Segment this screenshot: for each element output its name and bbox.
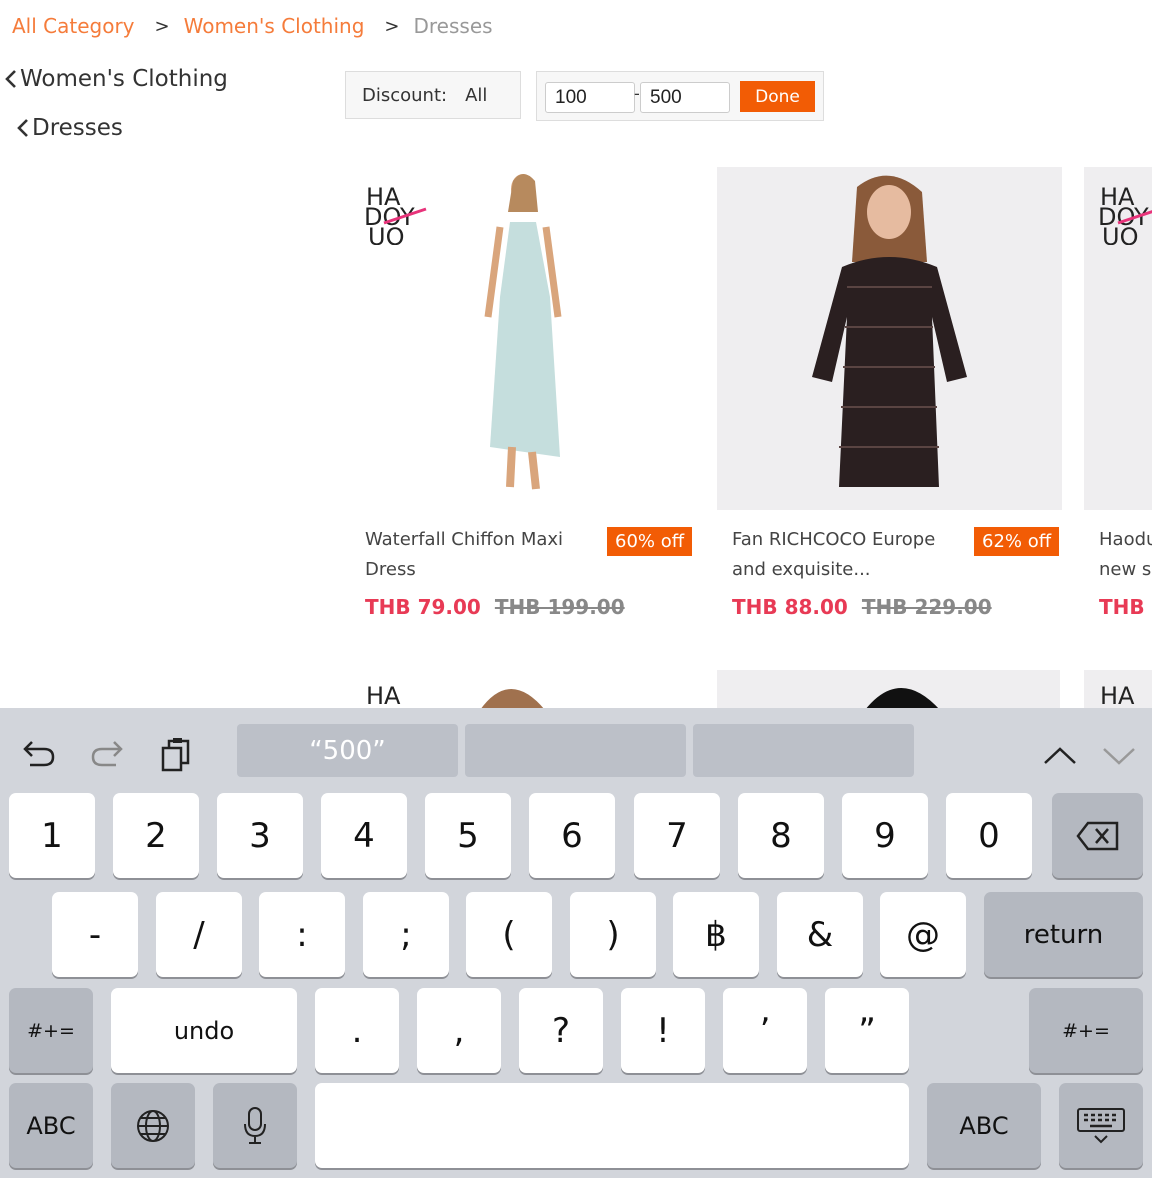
- product-card[interactable]: HA DOY UO Waterfall Chiffon Maxi Dress 6…: [350, 167, 695, 619]
- key-ampersand[interactable]: &: [777, 892, 863, 977]
- abc-key-right[interactable]: ABC: [927, 1083, 1041, 1168]
- keyboard-dismiss-key[interactable]: [1059, 1083, 1143, 1168]
- key-8[interactable]: 8: [738, 793, 824, 878]
- space-bar[interactable]: [315, 1083, 909, 1168]
- key-7[interactable]: 7: [634, 793, 720, 878]
- key-open-paren[interactable]: (: [466, 892, 552, 977]
- product-image[interactable]: [717, 167, 1062, 510]
- discount-filter[interactable]: Discount: All: [345, 71, 521, 119]
- key-slash[interactable]: /: [156, 892, 242, 977]
- microphone-key[interactable]: [213, 1083, 297, 1168]
- microphone-icon: [244, 1106, 266, 1144]
- key-semicolon[interactable]: ;: [363, 892, 449, 977]
- backspace-key[interactable]: [1052, 793, 1143, 878]
- breadcrumb-all-category[interactable]: All Category: [12, 14, 135, 38]
- key-6[interactable]: 6: [529, 793, 615, 878]
- product-prices: THB 88.00 THB 229.00: [732, 595, 992, 619]
- key-baht[interactable]: ฿: [673, 892, 759, 977]
- price-min-input[interactable]: 100: [545, 82, 635, 113]
- key-2[interactable]: 2: [113, 793, 199, 878]
- keyboard-toolbar: “500”: [0, 708, 1152, 790]
- brand-logo: HA DOY UO: [1098, 183, 1152, 245]
- key-at[interactable]: @: [880, 892, 966, 977]
- original-price: THB 229.00: [861, 595, 992, 619]
- price-max-input[interactable]: 500: [640, 82, 730, 113]
- done-button[interactable]: Done: [740, 81, 815, 112]
- product-row-2: HA HA: [350, 670, 1152, 710]
- discount-value: All: [465, 84, 488, 106]
- svg-text:HA: HA: [366, 682, 401, 710]
- dress-model-illustration: [812, 175, 967, 487]
- symbols-key-right[interactable]: #+=: [1029, 988, 1143, 1073]
- onscreen-keyboard: “500” 1 2 3 4 5 6 7 8 9 0 - / : ; ( ) ฿ …: [0, 708, 1152, 1178]
- product-name[interactable]: Fan RICHCOCO Europe and exquisite...: [732, 525, 947, 585]
- svg-text:UO: UO: [1102, 223, 1138, 245]
- suggestion-1[interactable]: “500”: [237, 724, 458, 777]
- globe-icon: [137, 1109, 169, 1142]
- undo-icon[interactable]: [22, 738, 56, 768]
- key-3[interactable]: 3: [217, 793, 303, 878]
- key-hyphen[interactable]: -: [52, 892, 138, 977]
- key-1[interactable]: 1: [9, 793, 95, 878]
- key-apostrophe[interactable]: ’: [723, 988, 807, 1073]
- key-period[interactable]: .: [315, 988, 399, 1073]
- suggestion-2[interactable]: [465, 724, 686, 777]
- backspace-icon: [1075, 821, 1118, 850]
- keyboard-dismiss-icon: [1077, 1107, 1125, 1143]
- sidebar-item-label: Dresses: [32, 115, 123, 141]
- return-key[interactable]: return: [984, 892, 1143, 977]
- product-image[interactable]: HA DOY UO: [350, 167, 695, 510]
- symbols-key-left[interactable]: #+=: [9, 988, 93, 1073]
- current-price: THB: [1099, 595, 1145, 619]
- redo-icon[interactable]: [90, 738, 124, 768]
- breadcrumb-separator: >: [384, 15, 400, 37]
- discount-badge: 60% off: [607, 527, 693, 556]
- current-price: THB 88.00: [732, 595, 848, 619]
- price-range-filter: 100 - 500 Done: [536, 71, 824, 121]
- product-name[interactable]: Haodu new s: [1099, 525, 1152, 585]
- key-4[interactable]: 4: [321, 793, 407, 878]
- svg-text:HA: HA: [1100, 682, 1135, 710]
- chevron-down-icon[interactable]: [1102, 746, 1136, 766]
- abc-key-left[interactable]: ABC: [9, 1083, 93, 1168]
- chevron-left-icon: [17, 119, 28, 137]
- product-image[interactable]: HA DOY UO: [1084, 167, 1152, 510]
- key-0[interactable]: 0: [946, 793, 1032, 878]
- key-comma[interactable]: ,: [417, 988, 501, 1073]
- undo-key[interactable]: undo: [111, 988, 297, 1073]
- dress-model-illustration: [484, 174, 562, 490]
- clipboard-icon[interactable]: [160, 738, 192, 772]
- sidebar-item-womens-clothing[interactable]: Women's Clothing: [4, 66, 228, 92]
- product-prices: THB 79.00 THB 199.00: [365, 595, 625, 619]
- breadcrumb-dresses: Dresses: [413, 14, 493, 38]
- breadcrumb-separator: >: [154, 15, 170, 37]
- globe-key[interactable]: [111, 1083, 195, 1168]
- discount-badge: 62% off: [974, 527, 1060, 556]
- original-price: THB 199.00: [494, 595, 625, 619]
- chevron-up-icon[interactable]: [1043, 746, 1077, 766]
- key-quote[interactable]: ”: [825, 988, 909, 1073]
- suggestion-3[interactable]: [693, 724, 914, 777]
- sidebar-item-label: Women's Clothing: [20, 66, 228, 92]
- current-price: THB 79.00: [365, 595, 481, 619]
- breadcrumb-womens-clothing[interactable]: Women's Clothing: [184, 14, 365, 38]
- key-exclamation[interactable]: !: [621, 988, 705, 1073]
- product-row-2-preview: HA HA: [366, 670, 1152, 710]
- product-name[interactable]: Waterfall Chiffon Maxi Dress: [365, 525, 580, 585]
- key-question[interactable]: ?: [519, 988, 603, 1073]
- product-card[interactable]: HA DOY UO Haodu new s THB: [1084, 167, 1152, 637]
- chevron-left-icon: [5, 70, 16, 88]
- key-close-paren[interactable]: ): [570, 892, 656, 977]
- product-card[interactable]: Fan RICHCOCO Europe and exquisite... 62%…: [717, 167, 1062, 619]
- sidebar-item-dresses[interactable]: Dresses: [16, 115, 123, 141]
- discount-label: Discount:: [362, 84, 448, 106]
- key-9[interactable]: 9: [842, 793, 928, 878]
- price-range-dash: -: [634, 84, 640, 103]
- key-5[interactable]: 5: [425, 793, 511, 878]
- key-colon[interactable]: :: [259, 892, 345, 977]
- product-prices: THB: [1099, 595, 1145, 619]
- breadcrumb: All Category > Women's Clothing > Dresse…: [12, 10, 493, 42]
